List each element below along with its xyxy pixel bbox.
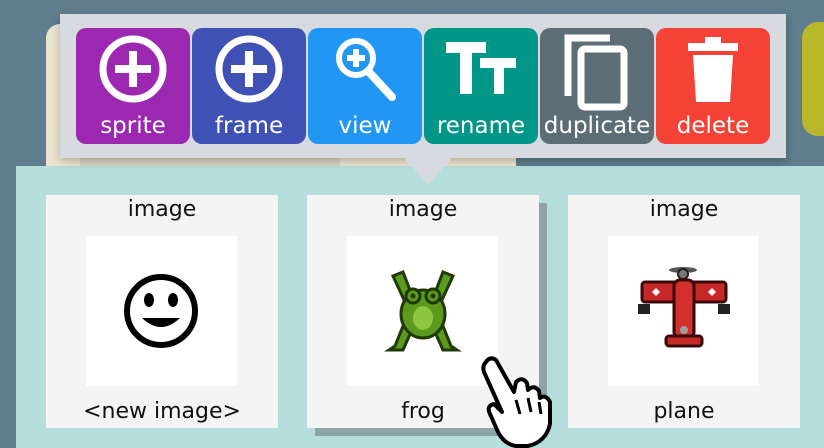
gallery-item-name: <new image> xyxy=(83,399,241,424)
gallery-item-kind: image xyxy=(127,197,197,222)
plus-circle-icon xyxy=(99,35,167,103)
trash-icon xyxy=(688,37,738,102)
gallery-item-kind: image xyxy=(388,197,458,222)
copy-icon xyxy=(564,34,628,111)
duplicate-button[interactable]: duplicate xyxy=(540,28,654,144)
gallery-item-thumbnail xyxy=(608,236,759,386)
sprite-button-label: sprite xyxy=(100,113,166,139)
delete-button-label: delete xyxy=(676,113,750,139)
sprite-button[interactable]: sprite xyxy=(76,28,190,144)
gallery-item-new-image[interactable]: image <new image> xyxy=(46,195,278,428)
rename-button[interactable]: rename xyxy=(424,28,538,144)
rename-button-label: rename xyxy=(436,113,526,139)
duplicate-button-label: duplicate xyxy=(543,113,651,139)
text-size-icon xyxy=(446,42,516,94)
toolbar-pointer xyxy=(404,158,452,184)
frame-button-label: frame xyxy=(214,113,284,139)
zoom-in-icon xyxy=(336,38,396,101)
hand-pointer-icon xyxy=(481,356,552,448)
frame-button[interactable]: frame xyxy=(192,28,306,144)
view-button[interactable]: view xyxy=(308,28,422,144)
plus-circle-icon xyxy=(215,35,283,103)
smiley-icon xyxy=(124,274,198,348)
gallery-item-plane[interactable]: image plane xyxy=(568,195,800,428)
delete-button[interactable]: delete xyxy=(656,28,770,144)
gallery-item-kind: image xyxy=(649,197,719,222)
view-button-label: view xyxy=(338,113,392,139)
gallery-item-name: plane xyxy=(653,399,715,424)
side-tab[interactable] xyxy=(802,22,824,136)
plane-sprite xyxy=(638,267,730,348)
gallery-item-thumbnail xyxy=(86,236,237,386)
